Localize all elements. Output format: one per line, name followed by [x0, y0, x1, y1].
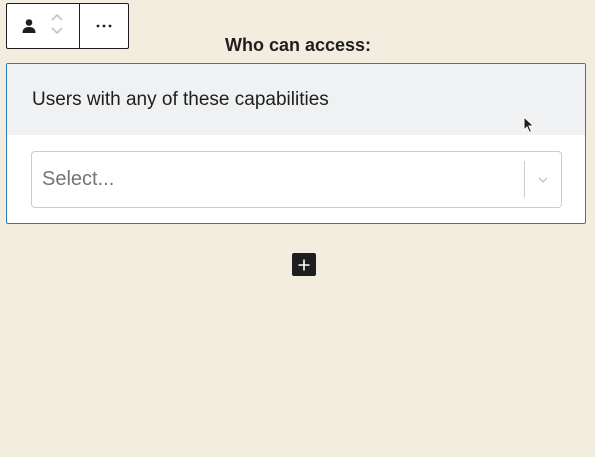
mouse-cursor-icon [523, 115, 535, 139]
capabilities-panel: Users with any of these capabilities Sel… [6, 63, 586, 224]
chevron-down-icon [538, 176, 548, 183]
move-up-button[interactable] [50, 12, 64, 22]
page-title: Who can access: [224, 35, 372, 55]
block-mover [50, 12, 64, 36]
user-icon [21, 18, 37, 34]
chevron-up-icon [51, 13, 63, 21]
ellipsis-icon [96, 24, 112, 28]
add-block-button[interactable] [292, 253, 316, 276]
plus-icon [298, 259, 310, 270]
dropdown-indicator[interactable] [525, 152, 561, 207]
panel-title: Users with any of these capabilities [32, 88, 329, 110]
panel-header: Users with any of these capabilities [7, 64, 585, 135]
select-placeholder: Select... [42, 168, 115, 190]
capabilities-select[interactable]: Select... [31, 151, 562, 208]
